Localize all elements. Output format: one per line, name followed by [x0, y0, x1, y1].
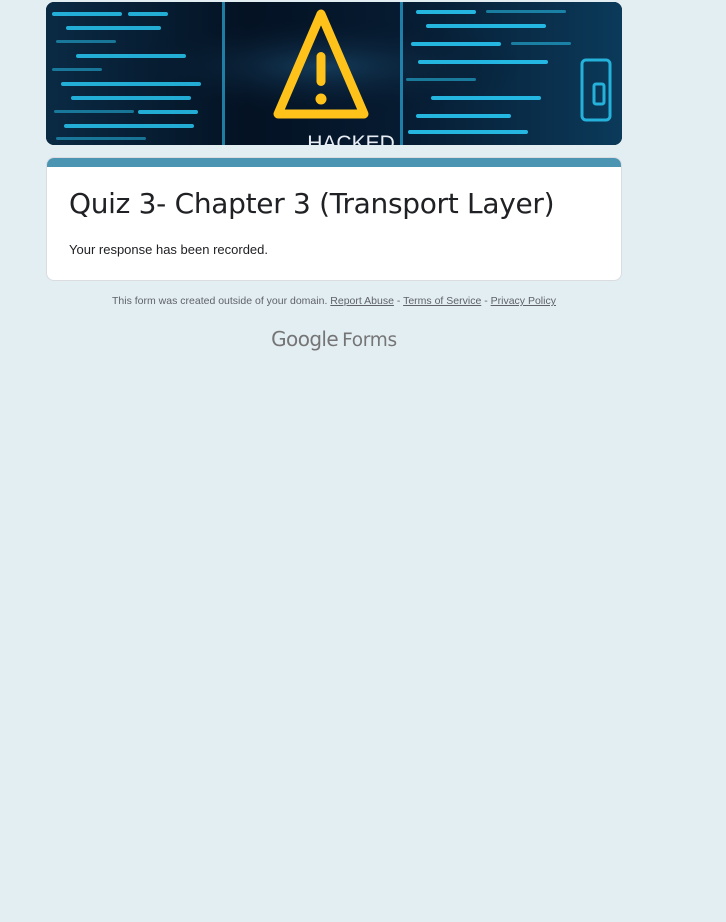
domain-notice: This form was created outside of your do… — [112, 295, 328, 307]
google-forms-logo[interactable]: Google Forms — [46, 327, 622, 351]
header-image: HACKED — [46, 2, 622, 145]
google-wordmark: Google — [271, 327, 339, 351]
footer: This form was created outside of your do… — [46, 295, 622, 307]
hacked-warning-banner: HACKED — [46, 2, 622, 145]
form-title: Quiz 3- Chapter 3 (Transport Layer) — [69, 187, 555, 220]
card-accent-bar — [47, 158, 621, 167]
form-card: Quiz 3- Chapter 3 (Transport Layer) Your… — [46, 157, 622, 281]
confirmation-message: Your response has been recorded. — [69, 242, 268, 257]
report-abuse-link[interactable]: Report Abuse — [330, 295, 394, 307]
page: HACKED Quiz 3- Chapter 3 (Transport Laye… — [0, 0, 726, 922]
terms-of-service-link[interactable]: Terms of Service — [403, 295, 481, 307]
privacy-policy-link[interactable]: Privacy Policy — [491, 295, 556, 307]
footer-separator: - — [396, 295, 401, 307]
hacked-text: HACKED — [307, 132, 395, 145]
footer-separator: - — [484, 295, 488, 307]
forms-wordmark: Forms — [342, 330, 397, 351]
